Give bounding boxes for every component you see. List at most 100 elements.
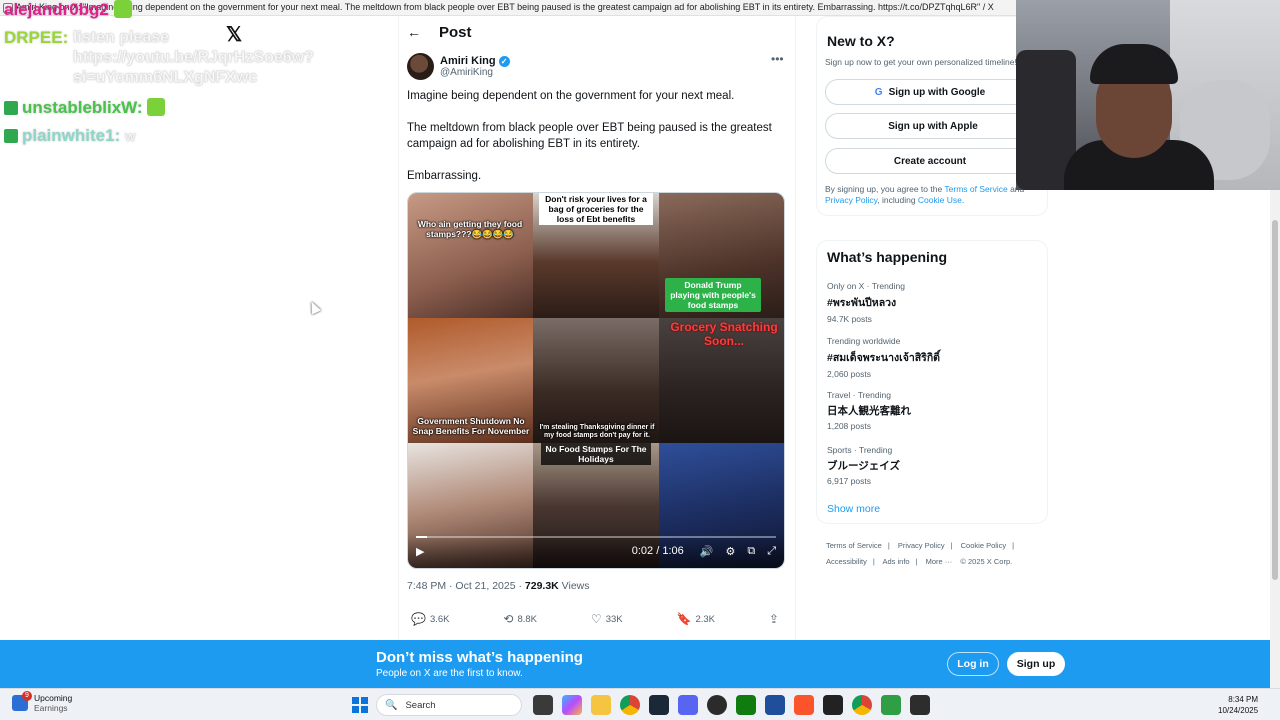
- widgets-button[interactable]: 9 Upcoming Earnings: [12, 691, 73, 713]
- scrollbar-thumb[interactable]: [1272, 220, 1278, 580]
- discord-icon[interactable]: [677, 695, 698, 715]
- video-progress-fill: [416, 536, 427, 538]
- video-controls: ▶ 0:02 / 1:06 🔊 ⚙ ⧉ ⤢: [408, 534, 784, 568]
- like-button[interactable]: ♡ 33K: [591, 612, 623, 626]
- bookmark-icon: 🔖: [676, 612, 692, 626]
- xbox-icon[interactable]: [735, 695, 756, 715]
- footer-cookie-link[interactable]: Cookie Policy: [961, 541, 1006, 550]
- steam-icon[interactable]: [648, 695, 669, 715]
- terms-text: , including: [877, 195, 918, 205]
- video-caption: Donald Trump playing with people's food …: [665, 278, 761, 312]
- author-display-name[interactable]: Amiri King: [440, 55, 496, 67]
- video-tile: Who ain getting they food stamps???😂😂😂😂: [408, 193, 533, 318]
- signup-button[interactable]: Sign up: [1007, 652, 1065, 676]
- mouse-cursor-icon: [306, 299, 322, 315]
- page-title: Post: [439, 24, 472, 41]
- chat-line: unstableblixW:: [4, 98, 424, 118]
- signup-card: New to X? Sign up now to get your own pe…: [816, 16, 1048, 216]
- signup-terms: By signing up, you agree to the Terms of…: [825, 184, 1045, 206]
- like-count: 33K: [605, 613, 623, 625]
- banner-title: Don’t miss what’s happening: [376, 649, 583, 666]
- video-tile: Donald Trump playing with people's food …: [659, 193, 784, 318]
- terminal-app-icon[interactable]: [909, 695, 930, 715]
- author-names: Amiri King ✓ @AmiriKing: [440, 55, 510, 78]
- info-app-icon[interactable]: [822, 695, 843, 715]
- trend-context: Travel · Trending: [827, 390, 891, 400]
- task-view-icon[interactable]: [532, 695, 553, 715]
- author-name[interactable]: Amiri King ✓: [440, 55, 510, 67]
- taskbar-search[interactable]: 🔍 Search: [376, 694, 522, 716]
- chat-username: alejandr0bg2: [4, 0, 109, 19]
- apple-signup-button[interactable]: Sign up with Apple: [825, 113, 1035, 139]
- chrome-icon[interactable]: [619, 695, 640, 715]
- trend-item[interactable]: Sports · Trending ブルージェイズ 6,917 posts: [827, 445, 900, 486]
- taskbar-clock[interactable]: 8:34 PM 10/24/2025: [1218, 694, 1258, 716]
- widgets-icon: 9: [12, 691, 32, 711]
- widgets-title: Upcoming: [34, 693, 73, 703]
- footer-links: Terms of Service | Privacy Policy | Cookie…: [826, 538, 1046, 570]
- more-options-icon[interactable]: •••: [771, 52, 784, 66]
- video-caption: Who ain getting they food stamps???😂😂😂😂: [417, 219, 523, 239]
- chrome-profile-icon[interactable]: [851, 695, 872, 715]
- video-tile: Government Shutdown No Snap Benefits For…: [408, 318, 533, 443]
- footer-more-link[interactable]: More ···: [926, 557, 953, 566]
- webcam-overlay: [1016, 0, 1280, 190]
- repost-count: 8.8K: [517, 613, 538, 625]
- windows-start-icon[interactable]: [352, 697, 368, 713]
- subscriber-badge-icon: [4, 101, 18, 115]
- author-handle[interactable]: @AmiriKing: [440, 67, 510, 78]
- login-button[interactable]: Log in: [947, 652, 999, 676]
- widgets-badge: 9: [22, 691, 32, 701]
- share-button[interactable]: ⇪: [769, 612, 783, 626]
- volume-icon[interactable]: 🔊: [700, 545, 714, 558]
- video-caption: I'm stealing Thanksgiving dinner if my f…: [539, 424, 655, 439]
- trend-item[interactable]: Trending worldwide #สมเด็จพระนางเจ้าสิริ…: [827, 336, 940, 379]
- file-explorer-icon[interactable]: [590, 695, 611, 715]
- search-icon: 🔍: [385, 699, 398, 711]
- picture-in-picture-icon[interactable]: ⧉: [747, 545, 755, 558]
- windows-taskbar: 9 Upcoming Earnings 🔍 Search 8:34 PM 10/2…: [0, 688, 1280, 720]
- trend-name: 日本人観光客離れ: [827, 405, 911, 417]
- bookmark-button[interactable]: 🔖 2.3K: [677, 612, 716, 626]
- chat-username: DRPEE:: [4, 28, 69, 47]
- footer-privacy-link[interactable]: Privacy Policy: [898, 541, 945, 550]
- chat-message: W: [124, 132, 136, 145]
- tweet-actions: 💬 3.6K ⟲ 8.8K ♡ 33K 🔖 2.3K ⇪: [411, 612, 783, 626]
- fullscreen-icon[interactable]: ⤢: [767, 545, 776, 558]
- google-icon: G: [874, 86, 883, 98]
- settings-gear-icon[interactable]: ⚙: [725, 545, 735, 558]
- footer-terms-link[interactable]: Terms of Service: [826, 541, 882, 550]
- page-scrollbar[interactable]: [1270, 190, 1280, 688]
- footer-separator: |: [1012, 541, 1015, 550]
- reply-button[interactable]: 💬 3.6K: [411, 612, 450, 626]
- footer-ads-link[interactable]: Ads info: [882, 557, 909, 566]
- google-signup-button[interactable]: G Sign up with Google: [825, 79, 1035, 105]
- tweet-timestamp[interactable]: 7:48 PM · Oct 21, 2025 ·: [407, 580, 525, 592]
- banner-subtitle: People on X are the first to know.: [376, 668, 523, 679]
- video-player[interactable]: Who ain getting they food stamps???😂😂😂😂 …: [407, 192, 785, 569]
- google-signup-label: Sign up with Google: [888, 86, 986, 98]
- terms-link[interactable]: Terms of Service: [944, 184, 1007, 194]
- trend-name: #สมเด็จพระนางเจ้าสิริกิติ์: [827, 352, 940, 364]
- create-account-button[interactable]: Create account: [825, 148, 1035, 174]
- trend-item[interactable]: Travel · Trending 日本人観光客離れ 1,208 posts: [827, 390, 911, 431]
- footer-accessibility-link[interactable]: Accessibility: [826, 557, 867, 566]
- views-label: Views: [558, 580, 590, 592]
- brave-icon[interactable]: [793, 695, 814, 715]
- heart-icon: ♡: [590, 612, 602, 626]
- terms-text: By signing up, you agree to the: [825, 184, 945, 194]
- obs-icon[interactable]: [706, 695, 727, 715]
- show-more-link[interactable]: Show more: [827, 503, 880, 515]
- play-icon[interactable]: ▶: [416, 545, 424, 558]
- repost-button[interactable]: ⟲ 8.8K: [503, 612, 537, 626]
- trend-item[interactable]: Only on X · Trending #พระพันปีหลวง 94.7K…: [827, 281, 905, 324]
- privacy-link[interactable]: Privacy Policy: [825, 195, 877, 205]
- cookie-link[interactable]: Cookie Use: [918, 195, 962, 205]
- chat-username: unstableblixW:: [22, 98, 143, 117]
- chat-username: plainwhite1:: [22, 126, 121, 145]
- video-progress-bar[interactable]: [416, 536, 776, 538]
- reply-count: 3.6K: [429, 613, 450, 625]
- green-app-icon[interactable]: [880, 695, 901, 715]
- copilot-icon[interactable]: [561, 695, 582, 715]
- azure-icon[interactable]: [764, 695, 785, 715]
